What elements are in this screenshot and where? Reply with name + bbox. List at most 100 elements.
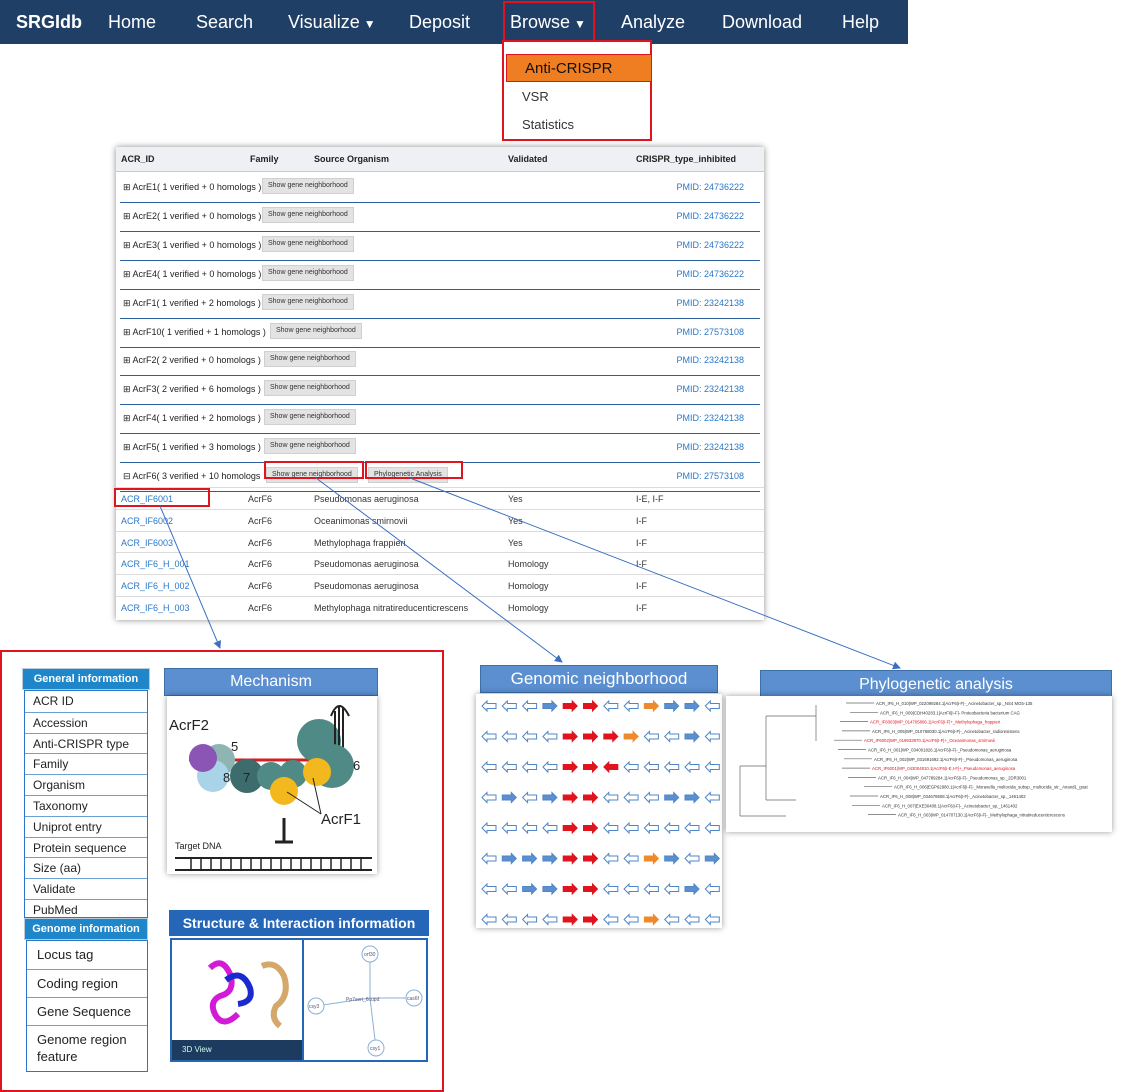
gene-arrow [663,882,680,896]
tree-leaf-label: ACR_IF6_H_005|WP_010768030.1|AcrF6|I-F|-… [872,729,1020,734]
gene-arrow [704,852,721,865]
node-cas6f: cas6f [407,996,420,1002]
gene-arrow [623,882,639,896]
gene-arrow [664,791,680,804]
gene-arrow [562,852,578,865]
gene-arrow [562,821,578,835]
tree-leaf-label: ACR_IF6_H_010|WP_022099284.1|AcrF6|I-F|-… [876,701,1033,706]
gene-arrow [562,730,578,743]
gene-arrow [684,913,700,926]
gene-arrow [704,882,720,896]
gene-arrow [562,791,578,804]
gene-arrow [501,852,518,865]
node-csy1: csy1 [370,1046,381,1052]
arrow-to-phylo [409,477,901,670]
genome-info-item[interactable]: Coding region [27,969,147,997]
gene-arrow [684,699,700,713]
gene-arrow [562,699,578,713]
gene-arrow [583,852,599,865]
tree-backbone [739,705,817,816]
node-csy3: csy3 [309,1004,320,1010]
gene-arrow [623,730,639,743]
acrf2-label: AcrF2 [169,717,209,734]
phylo-figure[interactable]: ACR_IF6_H_010|WP_022099284.1|AcrF6|I-F|-… [726,696,1112,832]
gene-arrow [603,730,619,743]
interaction-network[interactable]: orf30 Pp7seri_6cupd csy3 cas6f csy1 [304,940,428,1060]
tree-leaf-label: ACR_IF6_H_001|WP_034001826.1|AcrF6|I-F|-… [868,748,1012,753]
gene-arrow [684,730,700,743]
protein-structure-image [207,960,289,1029]
general-info-item[interactable]: Size (aa) [25,857,147,878]
gene-arrow [481,913,497,926]
phylo-title: Phylogenetic analysis [760,670,1112,698]
gene-arrow [643,852,660,865]
genome-info-item[interactable]: Locus tag [27,941,147,969]
genome-info-item[interactable]: Gene Sequence [27,997,147,1025]
gene-arrow [623,760,639,774]
gene-arrow [521,699,538,713]
gene-arrow [583,760,599,774]
gene-arrow [481,852,497,865]
gene-arrow [664,852,680,865]
node-orf30: orf30 [364,952,376,958]
subunit-5-label: 5 [231,739,238,754]
gene-arrow [583,730,599,743]
gene-arrow [481,821,497,835]
gene-arrow [643,882,659,896]
gene-arrow [542,882,558,896]
tree-leaf-label: ACR_IF6_H_006|EGP62980.1|AcrF6|I-F|-_Mor… [894,785,1088,790]
tree-leaf-label: ACR_IF6002|WP_019933870.1|AcrF6|I-F|+_Oc… [864,738,995,743]
gene-arrow [684,852,700,865]
gene-arrow [663,913,680,926]
general-info-item[interactable]: PubMed [25,899,147,920]
general-info-item[interactable]: Taxonomy [25,795,147,816]
gene-arrow [583,821,599,835]
general-info-item[interactable]: Organism [25,774,147,795]
gene-arrow [542,699,558,713]
structure-title: Structure & Interaction information [169,910,429,936]
tree-leaf-label: ACR_IF6_H_003|WP_014707130.1|AcrF6|I-F|-… [898,813,1065,818]
gene-arrow [704,913,720,926]
general-info-item[interactable]: Accession [25,711,147,733]
gene-arrow [501,882,517,896]
gene-arrow [481,699,497,713]
gene-arrow [501,760,517,774]
genome-info-item[interactable]: Genome region feature [27,1025,147,1071]
genome-info-list: Locus tag Coding region Gene Sequence Genom… [26,940,148,1072]
general-info-item[interactable]: Anti-CRISPR type [25,732,147,754]
gene-arrow [521,821,538,835]
arrow-to-genomic [315,477,563,663]
gene-arrow [643,699,660,713]
genomic-figure[interactable] [476,694,722,928]
gene-arrow [542,852,558,865]
tree-leaf-label: ACR_IF6_H_002|WP_031691692.1|AcrF6|I-F|-… [874,757,1018,762]
gene-arrow [603,699,619,713]
general-info-item[interactable]: Validate [25,878,147,899]
gene-arrow [603,791,619,804]
gene-arrow [521,791,538,804]
acrf1-label: AcrF1 [321,811,361,828]
gene-arrow [603,852,619,865]
gene-arrow [522,882,538,896]
node-center: Pp7seri_6cupd [346,997,380,1003]
arrow-to-detail [159,505,221,649]
general-info-item[interactable]: ACR ID [25,691,147,712]
gene-arrow [643,730,659,743]
gene-arrow [501,791,518,804]
detail-panel: General information ACR ID Accession Anti-… [0,650,444,1092]
general-info-item[interactable]: Uniprot entry [25,815,147,837]
viewer-toolbar[interactable]: 3D View [172,1040,302,1060]
gene-arrow [583,882,599,896]
tree-leaf-label: ACR_IF6_H_009|CDH40283.1|AcrF6|I-F|- Pro… [880,710,1021,715]
general-info-item[interactable]: Protein sequence [25,836,147,858]
tree-leaf-label: ACR_IF6_H_008|WP_034678508.1|AcrF6|I-F|-… [880,794,1026,799]
gene-arrow [481,730,497,743]
gene-arrow [501,730,517,743]
gene-arrow [562,760,578,774]
general-info-item[interactable]: Family [25,753,147,774]
gene-arrow [521,730,538,743]
gene-arrow [521,913,538,926]
3d-viewer[interactable]: 3D View [172,940,304,1060]
gene-arrow [623,791,639,804]
gene-arrow [481,882,497,896]
